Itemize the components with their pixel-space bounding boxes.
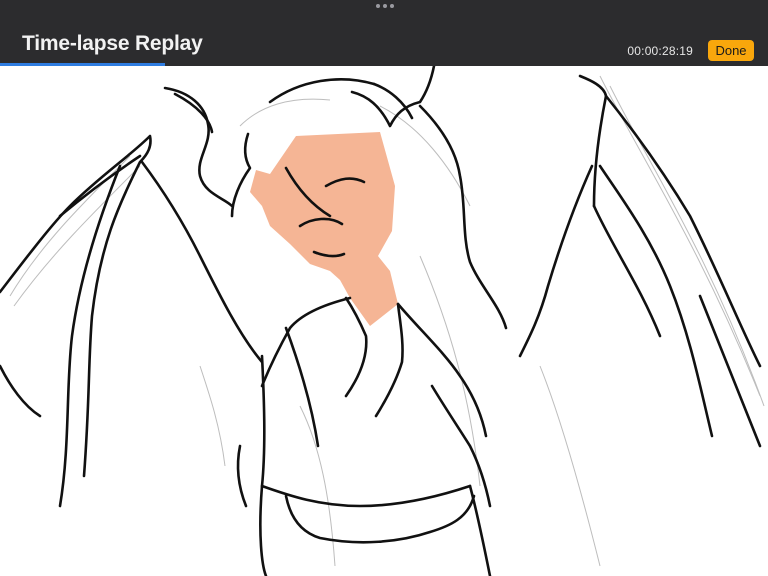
- dot: [376, 4, 380, 8]
- playback-timestamp: 00:00:28:19: [627, 44, 693, 58]
- sketch-artwork: [0, 66, 765, 576]
- done-button[interactable]: Done: [708, 40, 754, 61]
- page-title: Time-lapse Replay: [22, 32, 203, 55]
- timelapse-replay-screen: Time-lapse Replay 00:00:28:19 Done: [0, 0, 768, 576]
- more-dots-icon[interactable]: [376, 4, 394, 8]
- dot: [383, 4, 387, 8]
- dot: [390, 4, 394, 8]
- header-bar: Time-lapse Replay 00:00:28:19 Done: [0, 0, 768, 66]
- face-skin-color: [250, 132, 398, 326]
- drawing-canvas[interactable]: [0, 66, 768, 576]
- sketch-construction-lines: [9, 75, 765, 567]
